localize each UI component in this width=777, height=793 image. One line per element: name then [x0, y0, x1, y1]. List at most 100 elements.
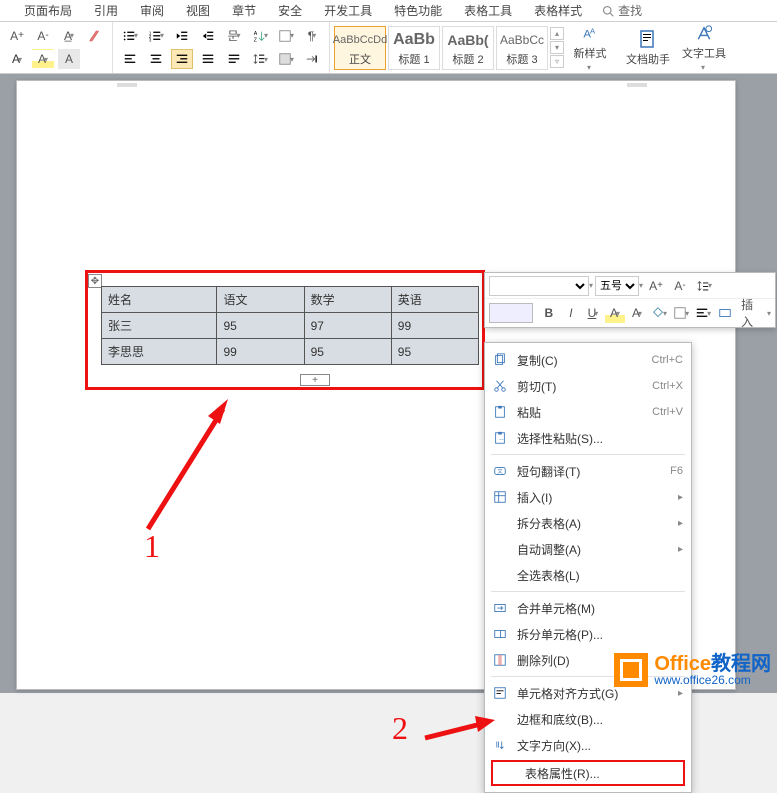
menu-merge-cells[interactable]: 合并单元格(M) [485, 595, 691, 621]
shrink-font-button[interactable]: A- [669, 276, 691, 296]
tab-view[interactable]: 视图 [178, 0, 218, 21]
menu-text-direction[interactable]: Ⅱ文字方向(X)... [485, 732, 691, 758]
font-color-button[interactable]: A▾ [6, 49, 28, 69]
align-left-button[interactable] [119, 49, 141, 69]
line-spacing-button[interactable]: ▾ [249, 49, 271, 69]
align-right-button[interactable] [171, 49, 193, 69]
tab-dev[interactable]: 开发工具 [316, 0, 380, 21]
indent-inc-button[interactable] [197, 26, 219, 46]
ruby-button[interactable]: 문▾ [223, 26, 245, 46]
align-icon [491, 684, 509, 702]
menu-copy[interactable]: 复制(C)Ctrl+C [485, 347, 691, 373]
line-spacing-button[interactable]: ▾ [693, 276, 715, 296]
shading-button[interactable]: ▾ [649, 303, 669, 323]
menu-paste[interactable]: 粘贴Ctrl+V [485, 399, 691, 425]
style-h2[interactable]: AaBb(标题 2 [442, 26, 494, 70]
table-row[interactable]: 张三 95 97 99 [102, 313, 479, 339]
menu-borders[interactable]: 边框和底纹(B)... [485, 706, 691, 732]
tab-section[interactable]: 章节 [224, 0, 264, 21]
align-button[interactable]: ▾ [693, 303, 713, 323]
tab-tabletools[interactable]: 表格工具 [456, 0, 520, 21]
cell[interactable]: 97 [304, 313, 391, 339]
shading-button[interactable]: ▾ [275, 49, 297, 69]
cell[interactable]: 99 [217, 339, 304, 365]
menu-autofit[interactable]: 自动调整(A)▸ [485, 536, 691, 562]
cell[interactable]: 99 [391, 313, 478, 339]
cell[interactable]: 张三 [102, 313, 217, 339]
header-cell[interactable]: 英语 [391, 287, 478, 313]
sort-button[interactable]: AZ▾ [249, 26, 271, 46]
cell[interactable]: 95 [391, 339, 478, 365]
document-canvas: 姓名 语文 数学 英语 张三 95 97 99 李思思 99 95 95 + 1… [0, 74, 777, 693]
annotation-number-1: 1 [144, 528, 160, 565]
text-tools-icon [694, 24, 714, 43]
align-justify-button[interactable] [197, 49, 219, 69]
numbering-button[interactable]: 123▾ [145, 26, 167, 46]
tab-ref[interactable]: 引用 [86, 0, 126, 21]
indent-dec-button[interactable] [171, 26, 193, 46]
header-cell[interactable]: 姓名 [102, 287, 217, 313]
menu-table-properties[interactable]: 表格属性(R)... [491, 760, 685, 786]
cell[interactable]: 95 [304, 339, 391, 365]
menu-split-table[interactable]: 拆分表格(A)▸ [485, 510, 691, 536]
menu-insert[interactable]: 插入(I)▸ [485, 484, 691, 510]
annotation-number-2: 2 [392, 710, 408, 747]
tab-review[interactable]: 审阅 [132, 0, 172, 21]
text-tools-button[interactable]: 文字工具▾ [680, 24, 728, 72]
highlight-button[interactable]: A▾ [32, 49, 54, 69]
table-header-row[interactable]: 姓名 语文 数学 英语 [102, 287, 479, 313]
tab-feature[interactable]: 特色功能 [386, 0, 450, 21]
cell[interactable]: 95 [217, 313, 304, 339]
table-add-row-handle[interactable]: + [300, 374, 330, 386]
cell[interactable]: 李思思 [102, 339, 217, 365]
grow-font-button[interactable]: A+ [6, 26, 28, 46]
svg-text:文: 文 [497, 467, 503, 475]
distribute-button[interactable] [223, 49, 245, 69]
shrink-font-button[interactable]: A- [32, 26, 54, 46]
change-case-button[interactable]: A̲▾ [58, 26, 80, 46]
search-label: 查找 [618, 2, 642, 19]
grow-font-button[interactable]: A+ [645, 276, 667, 296]
style-h1[interactable]: AaBb标题 1 [388, 26, 440, 70]
tab-tablestyle[interactable]: 表格样式 [526, 0, 590, 21]
merge-button[interactable] [715, 303, 735, 323]
menu-split-cells[interactable]: 拆分单元格(P)... [485, 621, 691, 647]
highlight-button[interactable]: A▾ [605, 303, 625, 323]
clear-format-button[interactable] [84, 26, 106, 46]
submenu-arrow-icon: ▸ [678, 518, 683, 529]
border-button[interactable]: ▾ [275, 26, 297, 46]
underline-button[interactable]: U▾ [583, 303, 603, 323]
char-shading-button[interactable]: A [58, 49, 80, 69]
font-select[interactable] [489, 276, 589, 296]
menu-paste-special[interactable]: ⋯选择性粘贴(S)... [485, 425, 691, 451]
search-box[interactable]: 查找 [602, 2, 642, 19]
align-center-button[interactable] [145, 49, 167, 69]
tab-layout[interactable]: 页面布局 [16, 0, 80, 21]
menu-translate[interactable]: 文短句翻译(T)F6 [485, 458, 691, 484]
mini-toolbar: ▾ 五号 ▾ A+ A- ▾ B I U▾ A▾ A▾ ▾ ▾ ▾ 插入▾ [484, 272, 776, 328]
border-button[interactable]: ▾ [671, 303, 691, 323]
showmarks-button[interactable]: ¶▾ [301, 26, 323, 46]
svg-text:3: 3 [149, 37, 152, 42]
style-normal[interactable]: AaBbCcDd正文 [334, 26, 386, 70]
tab-button[interactable] [301, 49, 323, 69]
bullets-button[interactable]: ▾ [119, 26, 141, 46]
insert-button[interactable]: 插入 [737, 303, 767, 323]
style-h3[interactable]: AaBbCc标题 3 [496, 26, 548, 70]
new-style-button[interactable]: AA 新样式▾ [566, 24, 614, 72]
menu-select-table[interactable]: 全选表格(L) [485, 562, 691, 588]
header-cell[interactable]: 数学 [304, 287, 391, 313]
italic-button[interactable]: I [561, 303, 581, 323]
table-move-handle[interactable] [88, 274, 102, 288]
menu-cut[interactable]: 剪切(T)Ctrl+X [485, 373, 691, 399]
font-color-button[interactable]: A▾ [627, 303, 647, 323]
table-row[interactable]: 李思思 99 95 95 [102, 339, 479, 365]
style-box[interactable] [489, 303, 533, 323]
header-cell[interactable]: 语文 [217, 287, 304, 313]
tab-security[interactable]: 安全 [270, 0, 310, 21]
size-select[interactable]: 五号 [595, 276, 639, 296]
doc-assist-button[interactable]: 文档助手 [624, 24, 672, 72]
style-scroll[interactable]: ▴▾▿ [550, 27, 564, 68]
bold-button[interactable]: B [539, 303, 559, 323]
data-table[interactable]: 姓名 语文 数学 英语 张三 95 97 99 李思思 99 95 95 [101, 286, 479, 365]
